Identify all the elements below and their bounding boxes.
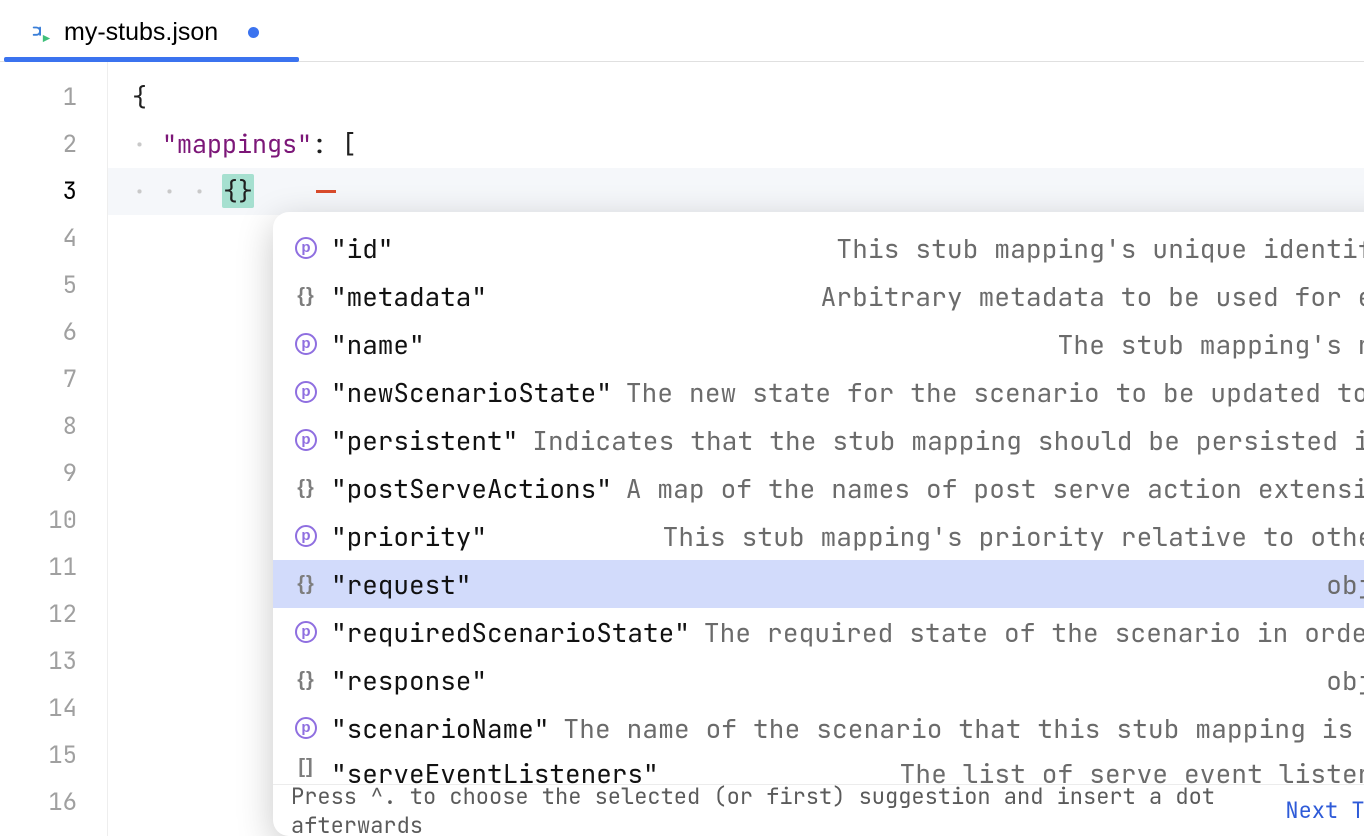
code-editor[interactable]: 1 2 3 4 5 6 7 8 9 10 11 12 13 14 15 16 1… [0,62,1364,836]
completion-item-name: "request" [331,567,471,602]
completion-item-name: "requiredScenarioState" [331,615,690,650]
array-icon: [] [295,756,317,778]
line-number: 17 [0,826,107,836]
completion-item-desc: object [501,663,1364,698]
completion-item-name: "scenarioName" [331,711,549,746]
completion-item-name: "metadata" [331,279,487,314]
completion-item-name: "persistent" [331,423,518,458]
dirty-indicator-icon [248,27,259,38]
completion-item[interactable]: p "name" The stub mapping's name [273,320,1364,368]
line-number: 13 [0,638,107,685]
completion-item-name: "id" [331,231,393,266]
completion-item[interactable]: p "priority" This stub mapping's priorit… [273,512,1364,560]
completion-item-desc: The required state of the scenario in or… [704,615,1364,650]
completion-item[interactable]: p "newScenarioState" The new state for t… [273,368,1364,416]
line-number: 10 [0,497,107,544]
completion-popup: p "id" This stub mapping's unique identi… [273,212,1364,836]
completion-item-name: "priority" [331,519,487,554]
code-line[interactable]: · "mappings": [ [108,121,1364,168]
completion-tip: Press ^. to choose the selected (or firs… [291,782,1285,836]
object-icon: {} [295,573,317,595]
object-icon: {} [295,669,317,691]
completion-item[interactable]: {} "request" object [273,560,1364,608]
completion-item[interactable]: {} "postServeActions" A map of the names… [273,464,1364,512]
completion-item-desc: The new state for the scenario to be upd… [626,375,1364,410]
line-number: 5 [0,262,107,309]
completion-item-desc: The list of serve event listeners [673,756,1364,784]
completion-item-desc: A map of the names of post serve action … [626,471,1364,506]
line-number: 16 [0,779,107,826]
caret-position: {} [222,174,254,208]
code-area[interactable]: { · "mappings": [ · · · {} p "id" This s… [108,62,1364,836]
file-tab[interactable]: my-stubs.json [0,4,289,61]
next-tip-link[interactable]: Next Tip [1285,796,1364,825]
property-icon: p [295,237,317,259]
line-number: 7 [0,356,107,403]
completion-item-desc: Indicates that the stub mapping should b… [532,423,1364,458]
completion-item[interactable]: p "persistent" Indicates that the stub m… [273,416,1364,464]
completion-item-name: "postServeActions" [331,471,612,506]
completion-item-desc: Arbitrary metadata to be used for e.g. [501,279,1364,314]
http-json-file-icon [30,22,52,44]
code-line[interactable]: · · · {} [108,168,1364,215]
completion-item-name: "response" [331,663,487,698]
completion-item-name: "name" [331,327,425,362]
property-icon: p [295,717,317,739]
property-icon: p [295,621,317,643]
completion-footer: Press ^. to choose the selected (or firs… [273,784,1364,836]
completion-item[interactable]: [] "serveEventListeners" The list of ser… [273,752,1364,784]
line-number: 4 [0,215,107,262]
completion-item[interactable]: p "requiredScenarioState" The required s… [273,608,1364,656]
error-squiggle-icon [316,189,336,193]
line-number: 3 [0,168,107,215]
object-icon: {} [295,477,317,499]
completion-item[interactable]: {} "response" object [273,656,1364,704]
code-line[interactable]: { [108,74,1364,121]
completion-item-name: "newScenarioState" [331,375,612,410]
completion-item-desc: The name of the scenario that this stub … [563,711,1364,746]
property-icon: p [295,429,317,451]
file-tab-title: my-stubs.json [64,18,218,47]
object-icon: {} [295,285,317,307]
completion-item-desc: This stub mapping's priority relative to… [501,519,1364,554]
completion-item[interactable]: p "scenarioName" The name of the scenari… [273,704,1364,752]
property-icon: p [295,525,317,547]
completion-item-desc: object [485,567,1364,602]
line-number: 14 [0,685,107,732]
line-number: 1 [0,74,107,121]
property-icon: p [295,333,317,355]
completion-item[interactable]: p "id" This stub mapping's unique identi… [273,224,1364,272]
line-number: 11 [0,544,107,591]
completion-item-name: "serveEventListeners" [331,756,659,784]
completion-item-desc: The stub mapping's name [439,327,1364,362]
line-number: 6 [0,309,107,356]
line-number: 2 [0,121,107,168]
tab-bar: my-stubs.json [0,0,1364,62]
line-number: 9 [0,450,107,497]
line-number: 8 [0,403,107,450]
property-icon: p [295,381,317,403]
completion-item[interactable]: {} "metadata" Arbitrary metadata to be u… [273,272,1364,320]
line-number: 15 [0,732,107,779]
line-number-gutter: 1 2 3 4 5 6 7 8 9 10 11 12 13 14 15 16 1… [0,62,108,836]
line-number: 12 [0,591,107,638]
completion-item-desc: This stub mapping's unique identifier [407,231,1364,266]
